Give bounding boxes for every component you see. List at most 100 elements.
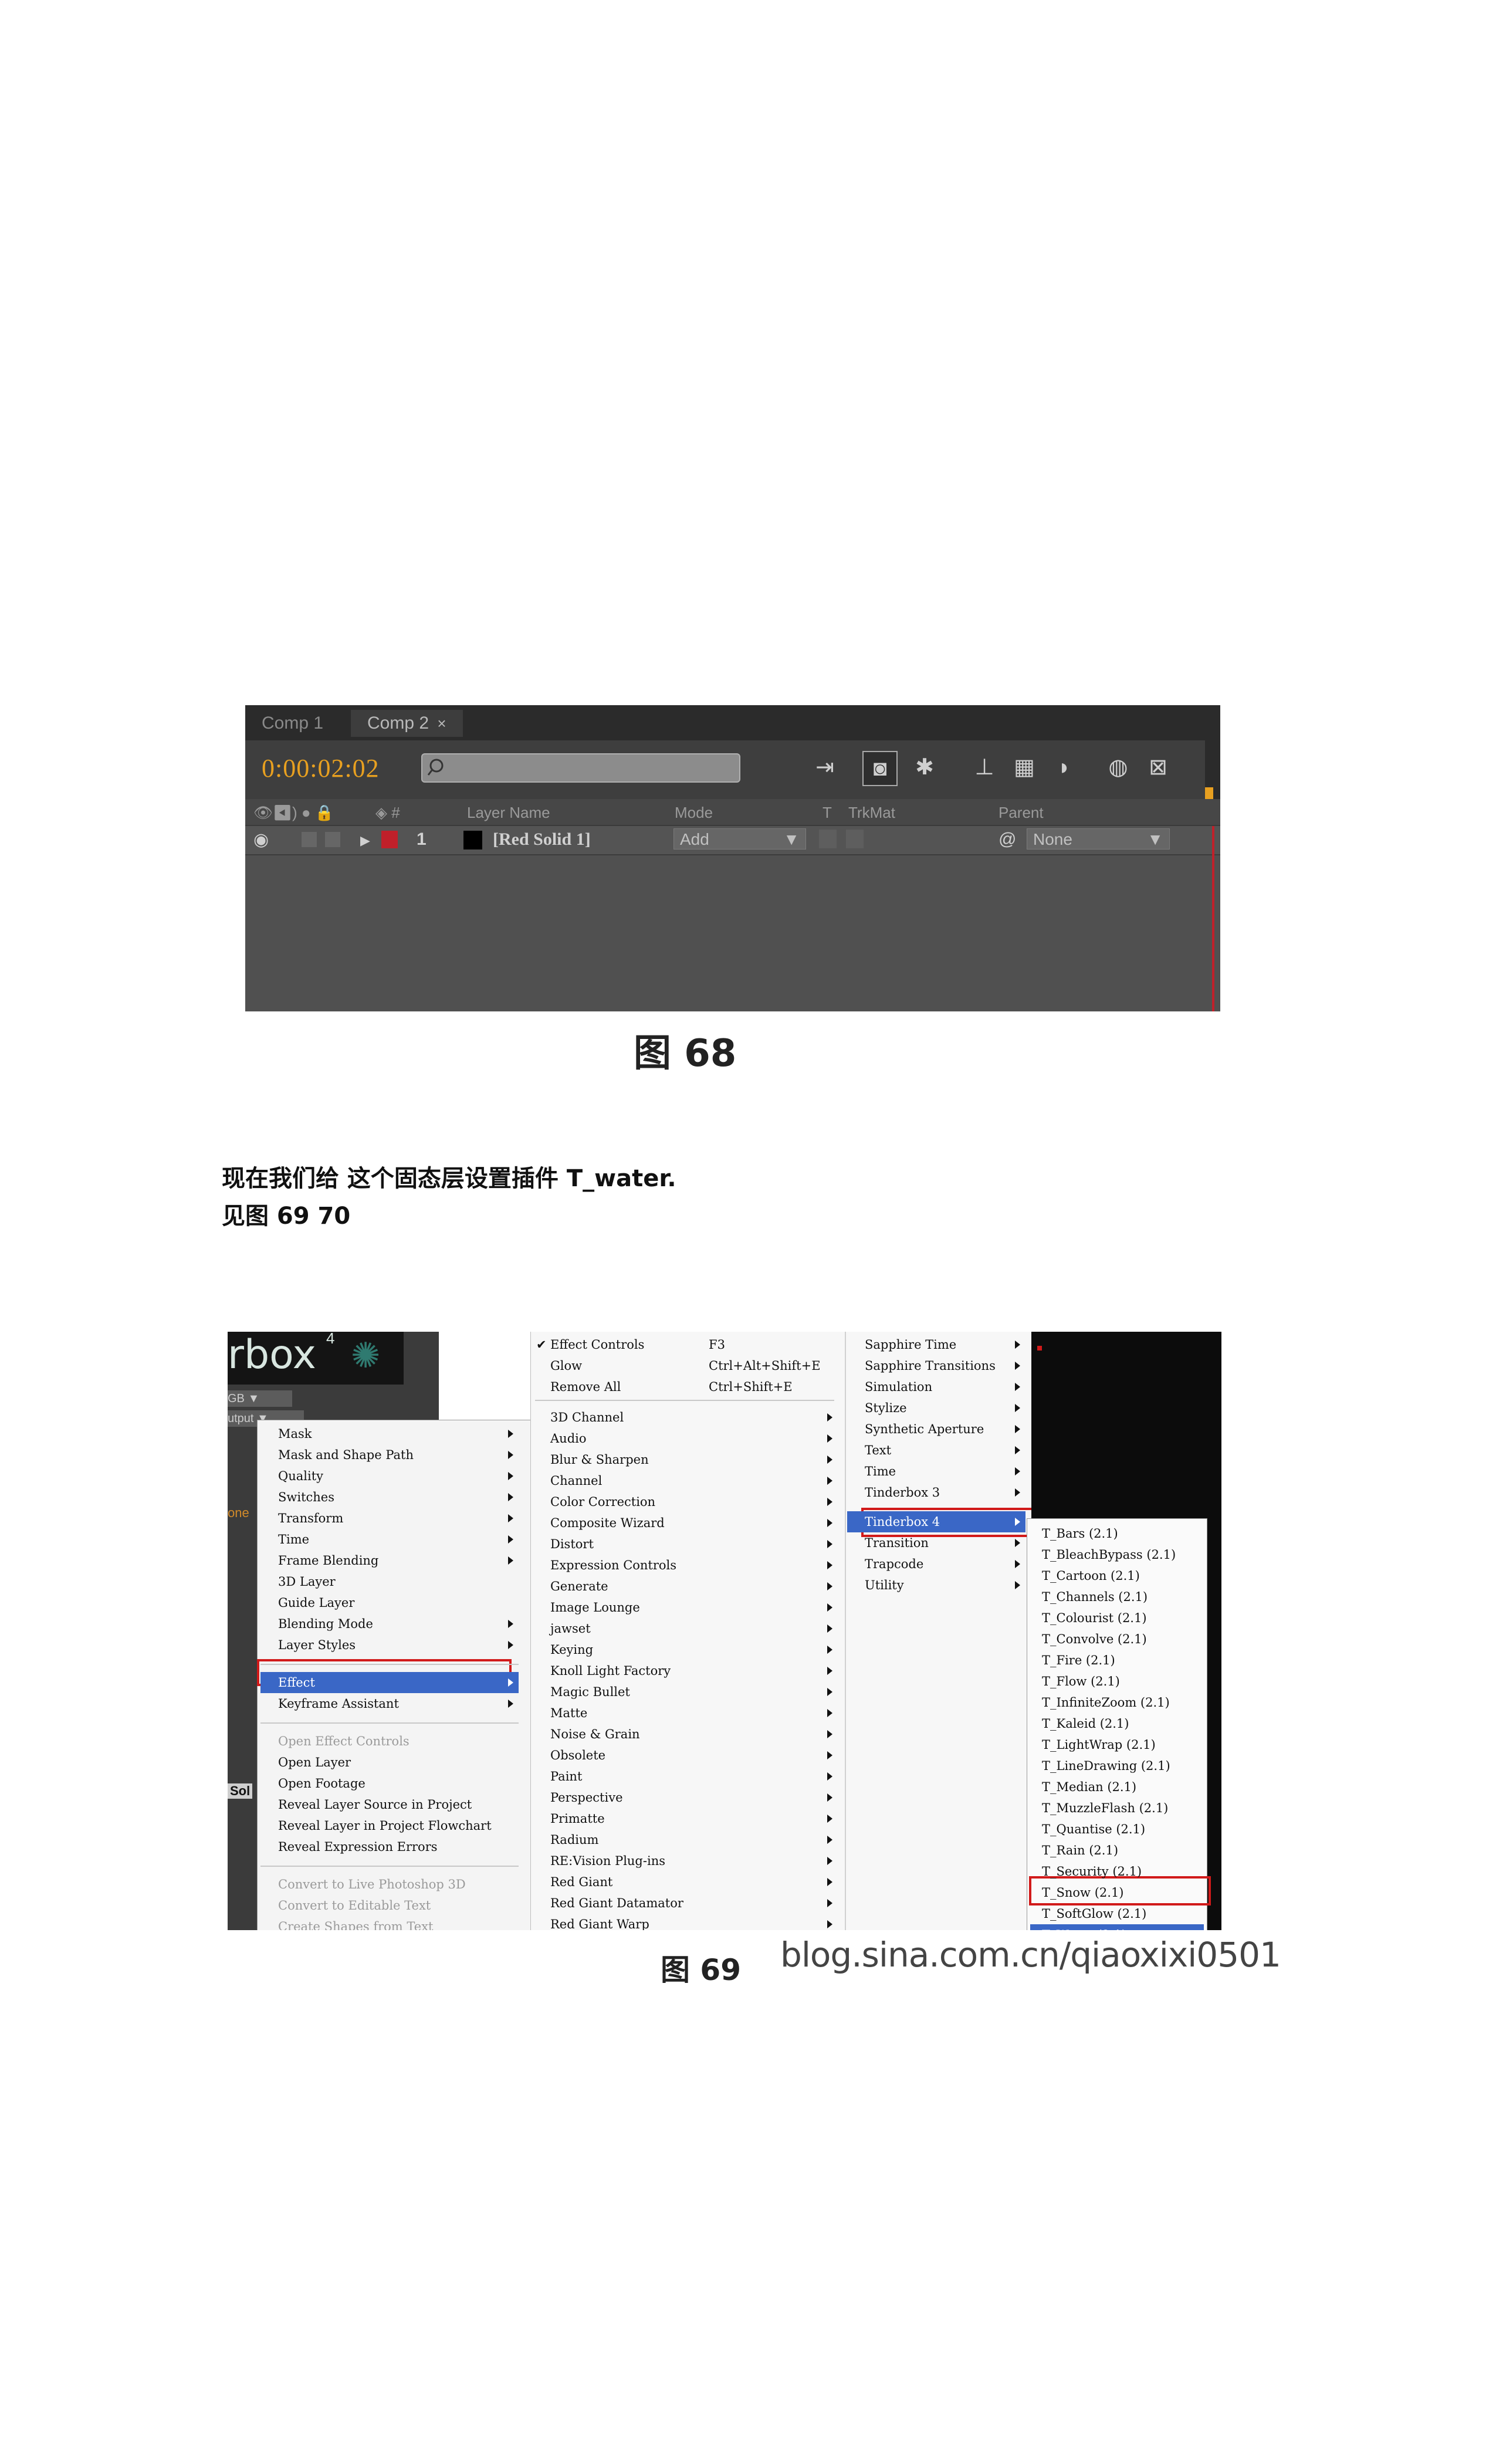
header-trkmat[interactable]: TrkMat <box>848 804 895 822</box>
solo-switch[interactable] <box>302 832 317 847</box>
lock-switch[interactable] <box>325 832 340 847</box>
menu-item-t-convolve-2-1[interactable]: T_Convolve (2.1) <box>1030 1629 1204 1650</box>
label-color-swatch[interactable] <box>381 831 398 848</box>
live-update-icon[interactable]: ◙ <box>862 751 898 786</box>
menu-item-tinderbox-3[interactable]: Tinderbox 3 <box>847 1482 1025 1503</box>
tab-comp-1[interactable]: Comp 1 <box>245 710 340 737</box>
menu-item-guide-layer[interactable]: Guide Layer <box>260 1592 519 1613</box>
menu-item-3d-layer[interactable]: 3D Layer <box>260 1571 519 1592</box>
menu-item-trapcode[interactable]: Trapcode <box>847 1553 1025 1575</box>
menu-item-frame-blending[interactable]: Frame Blending <box>260 1550 519 1571</box>
hide-shy-layers-icon[interactable]: ⊥ <box>968 751 1001 784</box>
menu-item-generate[interactable]: Generate <box>533 1576 838 1597</box>
frame-blending-icon[interactable]: ▦ <box>1008 751 1041 784</box>
menu-item-open-footage[interactable]: Open Footage <box>260 1773 519 1794</box>
menu-item-magic-bullet[interactable]: Magic Bullet <box>533 1681 838 1703</box>
menu-item-stylize[interactable]: Stylize <box>847 1397 1025 1419</box>
mode-dropdown[interactable]: Add ▼ <box>673 828 806 849</box>
search-input[interactable] <box>421 753 740 783</box>
menu-item-t-kaleid-2-1[interactable]: T_Kaleid (2.1) <box>1030 1713 1204 1734</box>
menu-item-image-lounge[interactable]: Image Lounge <box>533 1597 838 1618</box>
stub-dropdown-1[interactable]: GB ▼ <box>228 1390 292 1407</box>
menu-item-noise-grain[interactable]: Noise & Grain <box>533 1724 838 1745</box>
menu-item-t-linedrawing-2-1[interactable]: T_LineDrawing (2.1) <box>1030 1755 1204 1776</box>
menu-item-transition[interactable]: Transition <box>847 1532 1025 1553</box>
menu-item-time[interactable]: Time <box>260 1529 519 1550</box>
menu-item-sapphire-time[interactable]: Sapphire Time <box>847 1334 1025 1355</box>
menu-item-channel[interactable]: Channel <box>533 1470 838 1491</box>
header-t[interactable]: T <box>823 804 832 822</box>
menu-item-paint[interactable]: Paint <box>533 1766 838 1787</box>
menu-item-t-water-2-1[interactable]: T_Water (2.1) <box>1030 1924 1204 1930</box>
pickwhip-icon[interactable]: @ <box>999 830 1016 849</box>
menu-item-switches[interactable]: Switches <box>260 1487 519 1508</box>
close-icon[interactable]: × <box>437 715 446 732</box>
menu-item-keying[interactable]: Keying <box>533 1639 838 1660</box>
menu-item-perspective[interactable]: Perspective <box>533 1787 838 1808</box>
menu-item-open-layer[interactable]: Open Layer <box>260 1752 519 1773</box>
menu-item-t-fire-2-1[interactable]: T_Fire (2.1) <box>1030 1650 1204 1671</box>
trkmat-toggle[interactable] <box>846 830 864 848</box>
menu-item-effect[interactable]: Effect <box>260 1672 519 1693</box>
menu-item-t-infinitezoom-2-1[interactable]: T_InfiniteZoom (2.1) <box>1030 1692 1204 1713</box>
menu-item-t-cartoon-2-1[interactable]: T_Cartoon (2.1) <box>1030 1565 1204 1586</box>
header-mode[interactable]: Mode <box>675 804 713 822</box>
menu-item-t-median-2-1[interactable]: T_Median (2.1) <box>1030 1776 1204 1798</box>
menu-item-red-giant-datamator[interactable]: Red Giant Datamator <box>533 1893 838 1914</box>
menu-item-mask[interactable]: Mask <box>260 1423 519 1444</box>
menu-item-red-giant-warp[interactable]: Red Giant Warp <box>533 1914 838 1930</box>
menu-item-reveal-layer-in-project-flowchart[interactable]: Reveal Layer in Project Flowchart <box>260 1815 519 1836</box>
menu-item-reveal-layer-source-in-project[interactable]: Reveal Layer Source in Project <box>260 1794 519 1815</box>
menu-item-t-bleachbypass-2-1[interactable]: T_BleachBypass (2.1) <box>1030 1544 1204 1565</box>
menu-item-tinderbox-4[interactable]: Tinderbox 4 <box>847 1511 1025 1532</box>
menu-item-expression-controls[interactable]: Expression Controls <box>533 1555 838 1576</box>
motion-blur-icon[interactable]: ◗ <box>1048 751 1081 784</box>
timecode-display[interactable]: 0:00:02:02 <box>262 753 380 783</box>
menu-item-effect-controls[interactable]: Effect Controls F3 ✔ <box>533 1334 838 1355</box>
menu-item-time[interactable]: Time <box>847 1461 1025 1482</box>
menu-item-synthetic-aperture[interactable]: Synthetic Aperture <box>847 1419 1025 1440</box>
tab-comp-2[interactable]: Comp 2 × <box>351 710 463 737</box>
menu-item-t-muzzleflash-2-1[interactable]: T_MuzzleFlash (2.1) <box>1030 1798 1204 1819</box>
comp-flowchart-icon[interactable]: ⇥ <box>808 751 841 784</box>
menu-item-composite-wizard[interactable]: Composite Wizard <box>533 1512 838 1534</box>
menu-item-text[interactable]: Text <box>847 1440 1025 1461</box>
menu-item-quality[interactable]: Quality <box>260 1465 519 1487</box>
header-layer-name[interactable]: Layer Name <box>467 804 550 822</box>
menu-item-matte[interactable]: Matte <box>533 1703 838 1724</box>
graph-editor-icon[interactable]: ⊠ <box>1142 751 1175 784</box>
menu-item-reveal-expression-errors[interactable]: Reveal Expression Errors <box>260 1836 519 1857</box>
menu-item-primatte[interactable]: Primatte <box>533 1808 838 1829</box>
menu-item-transform[interactable]: Transform <box>260 1508 519 1529</box>
menu-item-t-security-2-1[interactable]: T_Security (2.1) <box>1030 1861 1204 1882</box>
menu-item-t-channels-2-1[interactable]: T_Channels (2.1) <box>1030 1586 1204 1607</box>
menu-item-t-quantise-2-1[interactable]: T_Quantise (2.1) <box>1030 1819 1204 1840</box>
menu-item-simulation[interactable]: Simulation <box>847 1376 1025 1397</box>
menu-item-remove-all[interactable]: Remove All Ctrl+Shift+E <box>533 1376 838 1397</box>
menu-item-red-giant[interactable]: Red Giant <box>533 1871 838 1893</box>
menu-item-jawset[interactable]: jawset <box>533 1618 838 1639</box>
menu-item-t-snow-2-1[interactable]: T_Snow (2.1) <box>1030 1882 1204 1903</box>
menu-item-layer-styles[interactable]: Layer Styles <box>260 1634 519 1656</box>
menu-item-distort[interactable]: Distort <box>533 1534 838 1555</box>
expand-triangle-icon[interactable]: ▶ <box>360 833 370 848</box>
menu-item-mask-and-shape-path[interactable]: Mask and Shape Path <box>260 1444 519 1465</box>
menu-item-knoll-light-factory[interactable]: Knoll Light Factory <box>533 1660 838 1681</box>
menu-item-keyframe-assistant[interactable]: Keyframe Assistant <box>260 1693 519 1714</box>
menu-item-audio[interactable]: Audio <box>533 1428 838 1449</box>
draft-3d-icon[interactable]: ✱ <box>908 751 941 784</box>
menu-item-t-lightwrap-2-1[interactable]: T_LightWrap (2.1) <box>1030 1734 1204 1755</box>
menu-item-glow[interactable]: Glow Ctrl+Alt+Shift+E <box>533 1355 838 1376</box>
menu-item-t-softglow-2-1[interactable]: T_SoftGlow (2.1) <box>1030 1903 1204 1924</box>
menu-item-radium[interactable]: Radium <box>533 1829 838 1850</box>
menu-item-t-flow-2-1[interactable]: T_Flow (2.1) <box>1030 1671 1204 1692</box>
preserve-transparency-toggle[interactable] <box>819 830 837 848</box>
brainstorm-icon[interactable]: ◍ <box>1102 751 1135 784</box>
menu-item-utility[interactable]: Utility <box>847 1575 1025 1596</box>
layer-name[interactable]: [Red Solid 1] <box>493 830 591 849</box>
header-parent[interactable]: Parent <box>999 804 1044 822</box>
eye-icon[interactable]: ◉ <box>253 830 269 850</box>
parent-dropdown[interactable]: None ▼ <box>1027 828 1170 849</box>
menu-item-color-correction[interactable]: Color Correction <box>533 1491 838 1512</box>
menu-item-blending-mode[interactable]: Blending Mode <box>260 1613 519 1634</box>
